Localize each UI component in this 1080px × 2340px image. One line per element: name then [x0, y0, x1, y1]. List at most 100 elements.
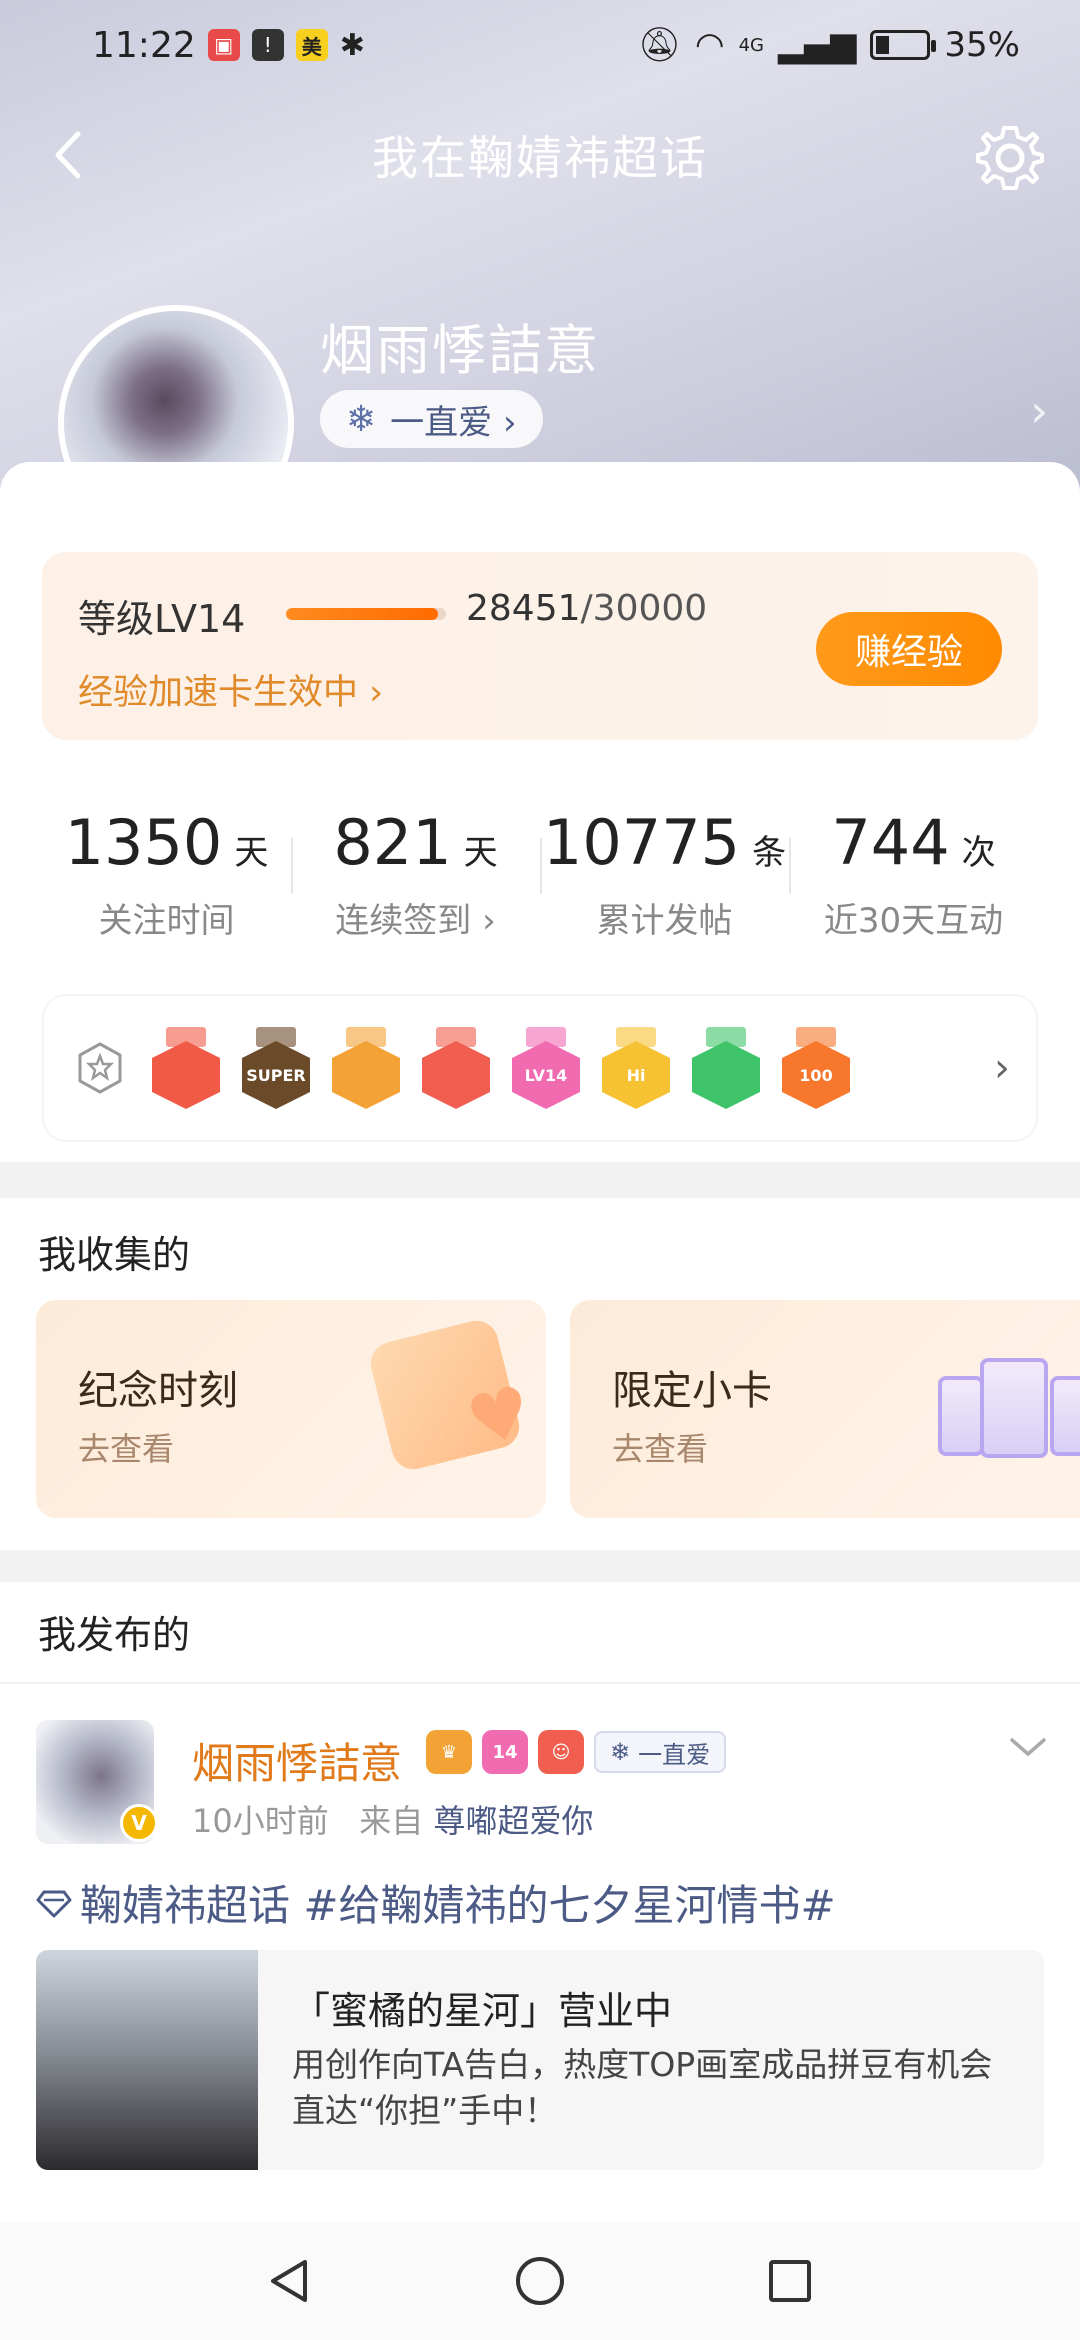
badge-hex	[692, 1041, 760, 1109]
stat-item[interactable]: 744 次近30天互动	[789, 772, 1038, 972]
card-subtitle: 去查看	[78, 1430, 175, 1468]
posts-title: 我发布的	[38, 1613, 191, 1657]
card-title: 限定小卡	[612, 1368, 772, 1414]
post-card-image	[36, 1950, 258, 2170]
bluetooth-icon: ✱	[339, 27, 365, 63]
level-exp: 28451/30000	[466, 588, 707, 629]
badge-wall-icon[interactable]	[70, 1038, 130, 1098]
exp-accel-link[interactable]: 经验加速卡生效中 ›	[78, 664, 383, 715]
cat-face-icon: ☺	[538, 1730, 584, 1774]
stat-label: 连续签到 ›	[335, 901, 496, 941]
post-card-desc: 用创作向TA告白，热度TOP画室成品拼豆有机会直达“你担”手中！	[292, 2045, 993, 2130]
post-topic-link[interactable]: 鞠婧祎超话 #给鞠婧祎的七夕星河情书#	[36, 1872, 836, 1933]
stat-item[interactable]: 10775 条累计发帖	[540, 772, 789, 972]
card-subtitle: 去查看	[612, 1430, 709, 1468]
signal-icon: ▂▄▆	[777, 25, 857, 65]
diamond-icon	[36, 1890, 72, 1917]
huawei-app-icon: ▣	[207, 29, 240, 61]
badge-hex	[152, 1041, 220, 1109]
post-card-title: 「蜜橘的星河」营业中	[292, 1989, 673, 2033]
system-nav-bar	[0, 2222, 1080, 2340]
snowflake-icon: ❄	[346, 398, 377, 440]
cat-face-icon[interactable]	[422, 1027, 490, 1109]
post-time: 10小时前	[192, 1802, 329, 1840]
level-progress-bar	[286, 608, 446, 620]
meituan-icon: 美	[295, 29, 328, 61]
stat-value-row: 1350 天	[42, 806, 291, 879]
hi-icon[interactable]: Hi	[602, 1027, 670, 1109]
section-divider	[0, 1550, 1080, 1582]
crown-super-icon[interactable]: SUPER	[242, 1027, 310, 1109]
fan-tag-badge: ❄ 一直爱	[594, 1731, 727, 1773]
badge-text: SUPER	[246, 1065, 306, 1085]
section-divider	[0, 1162, 1080, 1198]
stat-value-row: 821 天	[291, 806, 540, 879]
cat-icon[interactable]	[152, 1027, 220, 1109]
post-meta: 10小时前 来自 尊嘟超爱你	[192, 1796, 593, 1842]
crown-icon[interactable]	[332, 1027, 400, 1109]
stat-unit: 天	[463, 833, 498, 873]
chevron-right-icon[interactable]: ›	[1030, 386, 1048, 437]
badge-hex	[332, 1041, 400, 1109]
post-from-label: 来自	[359, 1802, 424, 1840]
limited-cards-card[interactable]: 限定小卡 去查看	[570, 1300, 1080, 1518]
fan-tag-button[interactable]: ❄ 一直爱 ›	[320, 390, 543, 448]
nav-home-circle-icon[interactable]	[510, 2251, 570, 2311]
status-time: 11:22	[92, 24, 196, 66]
post-author-badges: ♛ 14 ☺ ❄ 一直爱	[426, 1730, 727, 1774]
level-badge: 14	[482, 1730, 528, 1774]
posts-section: 我发布的 V 烟雨悸詰意 ♛ 14 ☺ ❄ 一直爱 10小时前 来自 尊嘟超爱你…	[0, 1582, 1080, 2222]
earn-exp-button[interactable]: 赚经验	[816, 612, 1002, 686]
profile-username: 烟雨悸詰意	[320, 319, 600, 382]
nav-back-triangle-icon[interactable]	[260, 2251, 320, 2311]
badge-hex: LV14	[512, 1041, 580, 1109]
badge-text: 100	[799, 1065, 833, 1085]
stat-value-row: 10775 条	[540, 806, 789, 879]
badge-hex: SUPER	[242, 1041, 310, 1109]
status-bar: 11:22 ▣ ! 美 ✱ 🔕︎ ◠ 4G ▂▄▆ 35%	[0, 0, 1080, 90]
network-type: 4G	[738, 34, 764, 56]
current-exp: 28451	[466, 588, 581, 629]
stat-item[interactable]: 1350 天关注时间	[42, 772, 291, 972]
lv14-icon[interactable]: LV14	[512, 1027, 580, 1109]
card-title: 纪念时刻	[78, 1368, 238, 1414]
post-author-name[interactable]: 烟雨悸詰意	[192, 1730, 402, 1791]
stat-item[interactable]: 821 天连续签到 ›	[291, 772, 540, 972]
post-topic-text: 鞠婧祎超话 #给鞠婧祎的七夕星河情书#	[80, 1881, 836, 1930]
snowflake-icon: ❄	[610, 1738, 631, 1766]
photo-cards-icon	[938, 1358, 1080, 1488]
settings-gear-icon[interactable]	[970, 118, 1050, 198]
chevron-down-icon[interactable]	[1006, 1732, 1050, 1762]
level-label: 等级LV14	[78, 597, 246, 641]
badge-text: LV14	[524, 1065, 568, 1085]
fan-tag-label: 一直爱	[638, 1740, 711, 1769]
badge-hex	[422, 1041, 490, 1109]
stats-panel: 1350 天关注时间 821 天连续签到 › 10775 条累计发帖 744 次近30天互动	[42, 772, 1038, 972]
collection-section: 我收集的 纪念时刻 去查看 ♥ 限定小卡 去查看	[0, 1198, 1080, 1550]
badges-row[interactable]: SUPER LV14 Hi 100 ›	[42, 994, 1038, 1142]
badge-hex: 100	[782, 1041, 850, 1109]
memorial-moments-card[interactable]: 纪念时刻 去查看 ♥	[36, 1300, 546, 1518]
level-panel: 等级LV14 28451/30000 经验加速卡生效中 › 赚经验	[42, 552, 1038, 740]
page-title: 我在鞠婧祎超话	[372, 131, 708, 185]
battery-percent: 35%	[944, 25, 1020, 65]
calendar-heart-icon: ♥	[366, 1316, 540, 1474]
fan-tag-label: 一直爱 ›	[390, 402, 517, 443]
divider	[0, 1682, 1080, 1684]
post-link-card[interactable]: 「蜜橘的星河」营业中 用创作向TA告白，热度TOP画室成品拼豆有机会直达“你担”…	[36, 1950, 1044, 2170]
nav-recents-square-icon[interactable]	[760, 2251, 820, 2311]
badge-text: Hi	[626, 1065, 646, 1085]
stat-value: 744	[831, 806, 950, 879]
post-source-link[interactable]: 尊嘟超爱你	[433, 1802, 593, 1840]
verified-badge: V	[120, 1804, 158, 1842]
mute-bell-icon: 🔕︎	[637, 25, 681, 65]
100-days-icon[interactable]: 100	[782, 1027, 850, 1109]
back-arrow-icon[interactable]	[36, 120, 106, 190]
stat-value-row: 744 次	[789, 806, 1038, 879]
stat-unit: 次	[961, 833, 996, 873]
stat-label: 近30天互动	[823, 901, 1004, 941]
hand-icon[interactable]	[692, 1027, 760, 1109]
stat-value: 10775	[542, 806, 741, 879]
chevron-right-icon[interactable]: ›	[994, 1045, 1010, 1091]
stat-unit: 天	[234, 833, 269, 873]
